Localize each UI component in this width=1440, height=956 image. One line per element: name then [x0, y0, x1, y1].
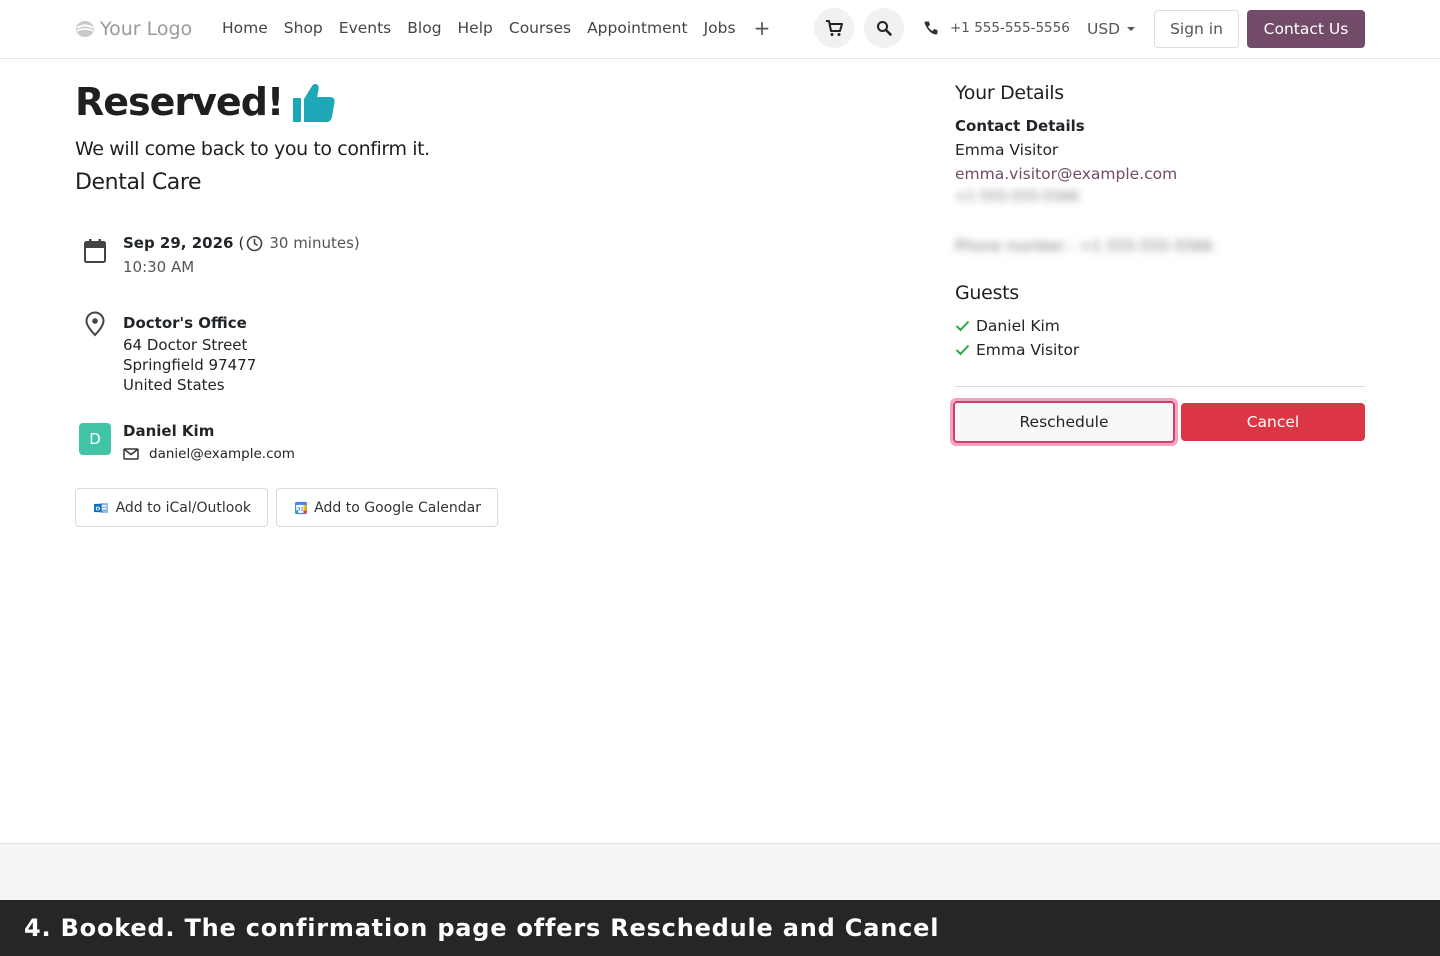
- nav-blog[interactable]: Blog: [407, 19, 441, 37]
- staff-name: Daniel Kim: [123, 422, 215, 440]
- paren: (: [238, 234, 245, 252]
- footer: [0, 843, 1440, 900]
- location-country: United States: [123, 376, 225, 394]
- guest-name: Daniel Kim: [976, 317, 1060, 335]
- guest-item: Emma Visitor: [955, 341, 1079, 359]
- nav-add-icon[interactable]: +: [754, 18, 771, 38]
- phone-icon: [924, 21, 938, 35]
- location-city: Springfield 97477: [123, 356, 257, 374]
- contact-details-label: Contact Details: [955, 117, 1085, 135]
- logo-icon: [76, 21, 94, 37]
- outlook-icon: O: [94, 502, 108, 513]
- confirmation-subtitle: We will come back to you to confirm it.: [75, 138, 430, 160]
- staff-email[interactable]: daniel@example.com: [123, 446, 295, 462]
- phone-number: +1 555-555-5556: [950, 20, 1070, 36]
- calendar-icon: [84, 239, 106, 263]
- header-phone[interactable]: +1 555-555-5556: [923, 20, 1070, 36]
- nav-events[interactable]: Events: [339, 19, 391, 37]
- add-to-ical-label: Add to iCal/Outlook: [115, 499, 251, 516]
- clock-icon: [247, 235, 263, 251]
- appointment-time: 10:30 AM: [123, 258, 195, 276]
- nav-appointment[interactable]: Appointment: [587, 19, 688, 37]
- page-title: Reserved!: [75, 80, 284, 124]
- thumbs-up-icon: [293, 84, 335, 122]
- guest-item: Daniel Kim: [955, 317, 1060, 335]
- confirmation-title-row: Reserved!: [75, 80, 336, 124]
- logo-text: Your Logo: [100, 18, 193, 40]
- location-name: Doctor's Office: [123, 314, 247, 332]
- guests-heading: Guests: [955, 282, 1019, 304]
- search-icon: [877, 21, 892, 36]
- sign-in-button[interactable]: Sign in: [1154, 10, 1239, 48]
- logo[interactable]: Your Logo: [75, 17, 192, 41]
- avatar: D: [79, 423, 111, 455]
- divider: [955, 386, 1365, 387]
- cancel-button[interactable]: Cancel: [1181, 403, 1365, 441]
- date-value: Sep 29, 2026: [123, 234, 234, 252]
- add-to-google-calendar-button[interactable]: 31 Add to Google Calendar: [276, 488, 498, 527]
- caret-down-icon: [1127, 27, 1136, 31]
- reschedule-button[interactable]: Reschedule: [950, 398, 1178, 446]
- phone-field-blurred: Phone number : +1 555-555-5566: [955, 237, 1213, 255]
- contact-phone-blurred: +1 555-555-5566: [955, 189, 1080, 205]
- envelope-icon: [123, 448, 139, 460]
- nav-courses[interactable]: Courses: [509, 19, 571, 37]
- caption-bar: 4. Booked. The confirmation page offers …: [0, 900, 1440, 956]
- contact-name: Emma Visitor: [955, 141, 1059, 159]
- google-calendar-icon: 31: [295, 501, 308, 514]
- check-icon: [955, 344, 970, 356]
- appointment-date: Sep 29, 2026 ( 30 minutes): [123, 234, 360, 252]
- contact-us-button[interactable]: Contact Us: [1247, 10, 1365, 48]
- staff-email-text: daniel@example.com: [149, 446, 295, 462]
- service-name: Dental Care: [75, 170, 202, 195]
- add-to-ical-button[interactable]: O Add to iCal/Outlook: [75, 488, 268, 527]
- svg-text:O: O: [95, 506, 100, 512]
- currency-value: USD: [1087, 20, 1121, 38]
- svg-text:31: 31: [298, 506, 304, 512]
- currency-dropdown[interactable]: USD: [1087, 20, 1136, 38]
- nav-jobs[interactable]: Jobs: [704, 19, 736, 37]
- cart-button[interactable]: [814, 8, 854, 48]
- search-button[interactable]: [864, 8, 904, 48]
- site-header: Your Logo Home Shop Events Blog Help Cou…: [0, 0, 1440, 59]
- location-street: 64 Doctor Street: [123, 336, 248, 354]
- guest-name: Emma Visitor: [976, 341, 1080, 359]
- contact-email-link[interactable]: emma.visitor@example.com: [955, 165, 1177, 183]
- add-to-google-calendar-label: Add to Google Calendar: [314, 499, 481, 516]
- check-icon: [955, 320, 970, 332]
- main-nav: Home Shop Events Blog Help Courses Appoi…: [222, 18, 771, 38]
- your-details-heading: Your Details: [955, 82, 1064, 104]
- nav-shop[interactable]: Shop: [284, 19, 323, 37]
- cart-icon: [826, 20, 843, 36]
- nav-home[interactable]: Home: [222, 19, 268, 37]
- nav-help[interactable]: Help: [458, 19, 493, 37]
- duration-value: 30 minutes): [269, 234, 360, 252]
- map-pin-icon: [85, 311, 105, 337]
- reschedule-label: Reschedule: [953, 401, 1175, 443]
